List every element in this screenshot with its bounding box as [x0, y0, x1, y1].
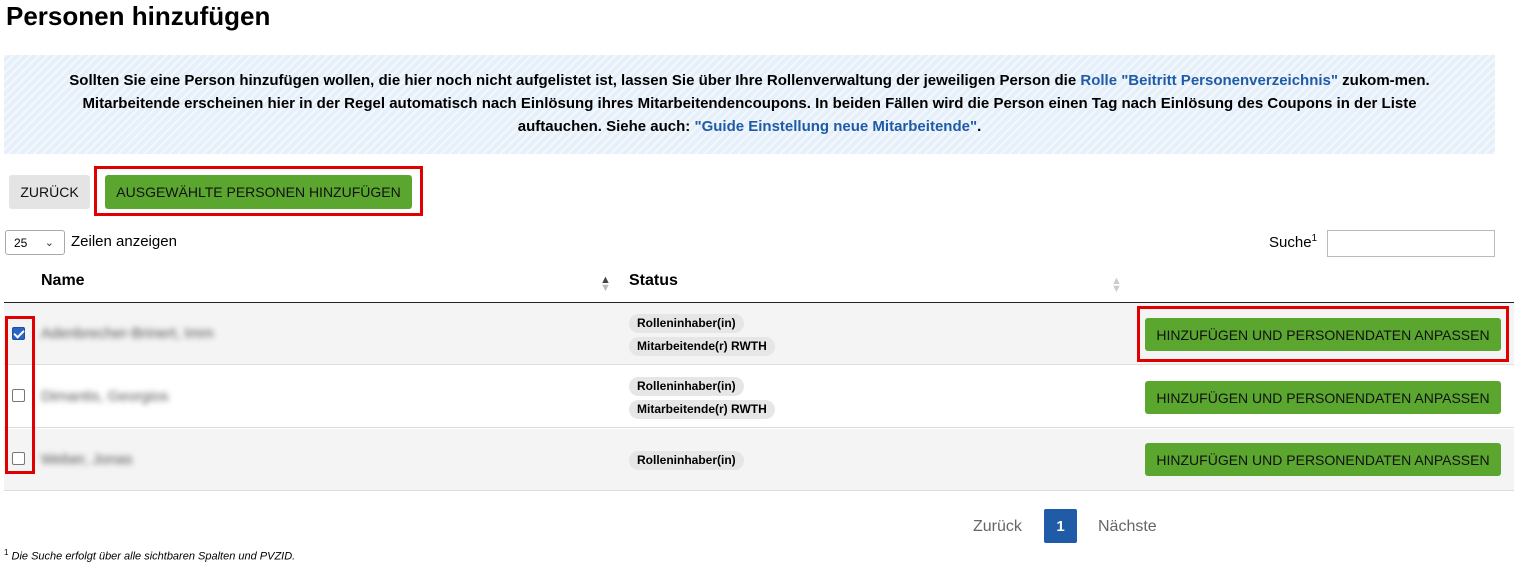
chevron-down-icon: ⌄: [44, 237, 54, 249]
footnote-text: Die Suche erfolgt über alle sichtbaren S…: [8, 550, 296, 563]
guide-link[interactable]: "Guide Einstellung neue Mitarbeitende": [694, 118, 977, 135]
sort-asc-icon[interactable]: ▲ ▼: [600, 275, 611, 294]
add-and-edit-person-button[interactable]: HINZUFÜGEN UND PERSONENDATEN ANPASSEN: [1145, 443, 1501, 476]
person-name: Weber, Jonas: [41, 451, 133, 468]
row-select-checkbox[interactable]: [12, 389, 25, 402]
search-footnote: 1 Die Suche erfolgt über alle sichtbaren…: [4, 548, 295, 563]
search-footnote-marker: 1: [1311, 233, 1318, 244]
status-badge: Rolleninhaber(in): [629, 451, 744, 470]
status-badge: Mitarbeitende(r) RWTH: [629, 337, 775, 356]
status-badge: Mitarbeitende(r) RWTH: [629, 400, 775, 419]
info-text-3: .: [977, 118, 982, 135]
column-header-status[interactable]: Status: [629, 272, 678, 290]
row-select-checkbox[interactable]: [12, 327, 25, 340]
info-text-1: Sollten Sie eine Person hinzufügen wolle…: [69, 72, 1081, 89]
add-and-edit-person-button[interactable]: HINZUFÜGEN UND PERSONENDATEN ANPASSEN: [1145, 381, 1501, 414]
page-length-label: Zeilen anzeigen: [71, 233, 177, 250]
role-link[interactable]: Rolle "Beitritt Personenverzeichnis": [1080, 72, 1338, 89]
status-badge: Rolleninhaber(in): [629, 314, 744, 333]
back-button[interactable]: ZURÜCK: [9, 175, 90, 209]
person-name: Adenbrecher-Brinert, Imm: [41, 325, 214, 342]
person-name: Dimantis, Georgios: [41, 388, 169, 405]
add-and-edit-person-button[interactable]: HINZUFÜGEN UND PERSONENDATEN ANPASSEN: [1145, 318, 1501, 351]
sort-both-icon[interactable]: ▲ ▼: [1111, 276, 1122, 295]
table-row: Dimantis, Georgios Rolleninhaber(in) Mit…: [4, 366, 1514, 428]
page-length-value: 25: [14, 235, 28, 250]
search-label: Suche1: [1269, 233, 1317, 251]
page-title: Personen hinzufügen: [6, 1, 271, 31]
column-header-name[interactable]: Name: [41, 272, 85, 290]
search-label-text: Suche: [1269, 234, 1312, 251]
pagination-next[interactable]: Nächste: [1098, 510, 1157, 543]
table-row: Adenbrecher-Brinert, Imm Rolleninhaber(i…: [4, 303, 1514, 365]
table-row: Weber, Jonas Rolleninhaber(in) HINZUFÜGE…: [4, 429, 1514, 491]
status-badge: Rolleninhaber(in): [629, 377, 744, 396]
search-input[interactable]: [1327, 230, 1495, 257]
pagination-previous[interactable]: Zurück: [973, 510, 1022, 543]
page-length-select[interactable]: 25 ⌄: [5, 230, 65, 255]
row-select-checkbox[interactable]: [12, 452, 25, 465]
add-selected-persons-button[interactable]: AUSGEWÄHLTE PERSONEN HINZUFÜGEN: [105, 175, 412, 209]
info-notice: Sollten Sie eine Person hinzufügen wolle…: [4, 55, 1495, 154]
pagination-page-current[interactable]: 1: [1044, 509, 1077, 543]
